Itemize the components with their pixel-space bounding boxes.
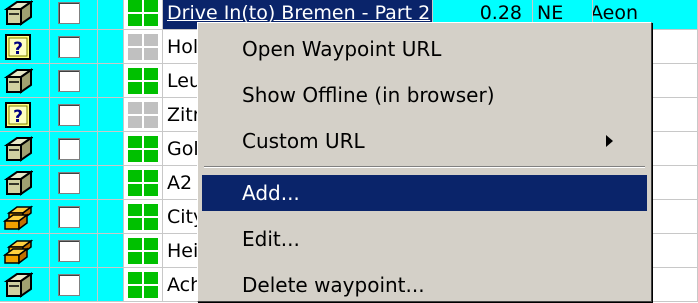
- svg-text:?: ?: [13, 39, 23, 59]
- spacer-cell: [98, 166, 124, 200]
- menu-item-label: Delete waypoint...: [242, 273, 425, 297]
- traditional-cache-icon: [3, 135, 35, 163]
- status-cell: [124, 132, 163, 166]
- cache-type-cell: ?: [0, 30, 50, 64]
- checkbox-cell: [50, 30, 98, 64]
- row-checkbox[interactable]: [58, 206, 80, 228]
- row-checkbox[interactable]: [58, 138, 80, 160]
- status-cell: [124, 0, 163, 30]
- row-checkbox[interactable]: [58, 274, 80, 296]
- checkbox-cell: [50, 166, 98, 200]
- cache-type-cell: [0, 64, 50, 98]
- submenu-arrow-icon: [606, 135, 613, 147]
- cache-type-cell: [0, 132, 50, 166]
- traditional-cache-icon: [3, 0, 35, 27]
- checkbox-cell: [50, 98, 98, 132]
- status-cell: [124, 234, 163, 268]
- checkbox-cell: [50, 0, 98, 30]
- status-icon: [128, 272, 158, 298]
- checkbox-cell: [50, 200, 98, 234]
- traditional-cache-icon: [3, 271, 35, 299]
- spacer-cell: [98, 200, 124, 234]
- status-icon: [128, 0, 158, 26]
- row-checkbox[interactable]: [58, 104, 80, 126]
- traditional-cache-icon: [3, 67, 35, 95]
- checkbox-cell: [50, 132, 98, 166]
- cache-name: A2: [167, 172, 193, 194]
- cache-name: Zitr: [167, 104, 201, 126]
- menu-item-label: Add...: [242, 181, 300, 205]
- context-menu: Open Waypoint URL Show Offline (in browse…: [197, 22, 652, 302]
- status-cell: [124, 166, 163, 200]
- status-icon: [128, 170, 158, 196]
- cache-name: Gol: [167, 138, 199, 160]
- status-icon: [128, 204, 158, 230]
- row-checkbox[interactable]: [58, 2, 80, 24]
- spacer-cell: [98, 234, 124, 268]
- status-icon: [128, 102, 158, 128]
- cache-name: Hol: [167, 36, 199, 58]
- menu-item-custom-url[interactable]: Custom URL: [202, 123, 647, 159]
- spacer-cell: [98, 64, 124, 98]
- status-icon: [128, 238, 158, 264]
- multi-cache-icon: [2, 203, 34, 231]
- status-icon: [128, 34, 158, 60]
- cache-type-cell: [0, 268, 50, 302]
- mystery-cache-icon: ?: [3, 33, 33, 61]
- checkbox-cell: [50, 268, 98, 302]
- row-checkbox[interactable]: [58, 172, 80, 194]
- status-cell: [124, 268, 163, 302]
- cache-name: Hei: [167, 240, 199, 262]
- status-cell: [124, 200, 163, 234]
- menu-item-delete-waypoint[interactable]: Delete waypoint...: [202, 267, 647, 303]
- cache-type-cell: ?: [0, 98, 50, 132]
- menu-item-label: Custom URL: [242, 129, 365, 153]
- cache-type-cell: [0, 234, 50, 268]
- menu-item-open-waypoint-url[interactable]: Open Waypoint URL: [202, 31, 647, 67]
- status-cell: [124, 98, 163, 132]
- traditional-cache-icon: [3, 169, 35, 197]
- spacer-cell: [98, 0, 124, 30]
- menu-item-edit[interactable]: Edit...: [202, 221, 647, 257]
- menu-item-label: Show Offline (in browser): [242, 83, 495, 107]
- row-checkbox[interactable]: [58, 240, 80, 262]
- menu-item-label: Edit...: [242, 227, 300, 251]
- menu-item-add[interactable]: Add...: [202, 175, 647, 211]
- status-cell: [124, 64, 163, 98]
- checkbox-cell: [50, 64, 98, 98]
- status-cell: [124, 30, 163, 64]
- svg-text:?: ?: [13, 107, 23, 127]
- spacer-cell: [98, 30, 124, 64]
- status-icon: [128, 136, 158, 162]
- spacer-cell: [98, 268, 124, 302]
- mystery-cache-icon: ?: [3, 101, 33, 129]
- checkbox-cell: [50, 234, 98, 268]
- cache-type-cell: [0, 0, 50, 30]
- spacer-cell: [98, 98, 124, 132]
- row-checkbox[interactable]: [58, 70, 80, 92]
- spacer-cell: [98, 132, 124, 166]
- cache-type-cell: [0, 200, 50, 234]
- cache-type-cell: [0, 166, 50, 200]
- menu-item-label: Open Waypoint URL: [242, 37, 442, 61]
- menu-item-show-offline[interactable]: Show Offline (in browser): [202, 77, 647, 113]
- menu-separator: [204, 166, 645, 168]
- multi-cache-icon: [2, 237, 34, 265]
- row-checkbox[interactable]: [58, 36, 80, 58]
- status-icon: [128, 68, 158, 94]
- cache-name: Leu: [167, 70, 201, 92]
